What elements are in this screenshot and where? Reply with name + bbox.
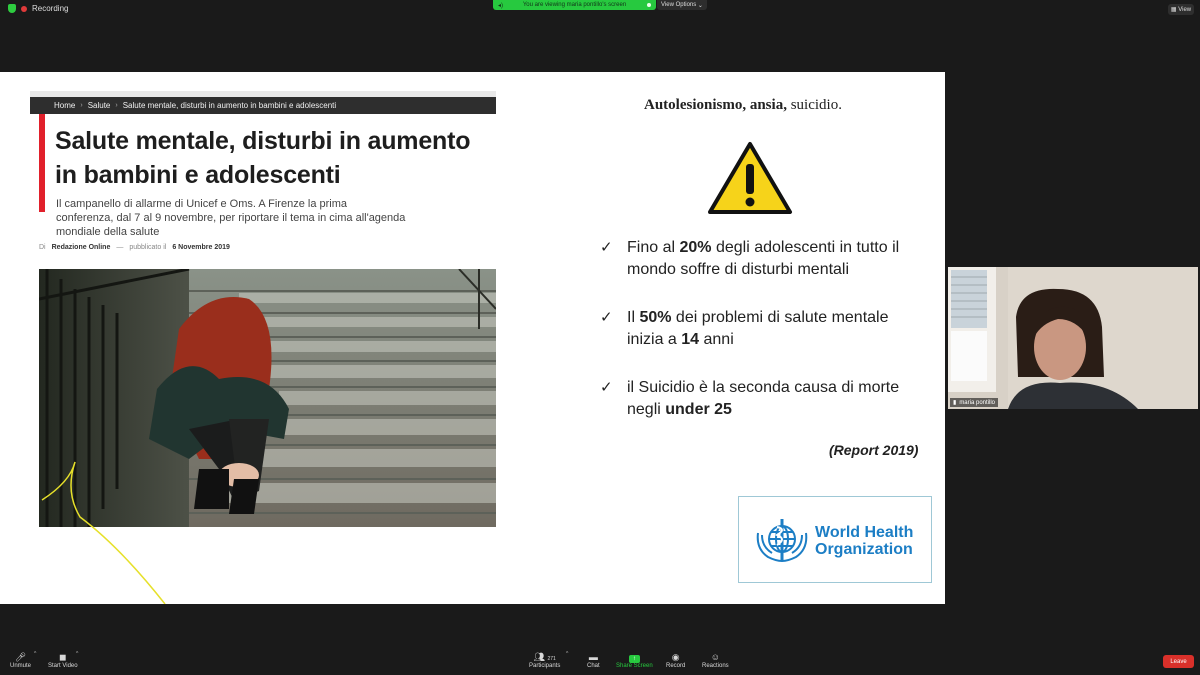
chevron-up-icon[interactable]: ^ [76, 651, 78, 657]
participant-name-tag: ▮ maria pontillo [950, 398, 998, 407]
chat-label: Chat [587, 663, 600, 669]
zoom-meeting-window: Recording ◂) You are viewing maria ponti… [0, 0, 1200, 675]
leave-button[interactable]: Leave [1163, 655, 1194, 668]
share-screen-label: Share Screen [616, 663, 653, 669]
view-button-label: View [1178, 6, 1192, 13]
shield-icon [8, 4, 16, 13]
chevron-up-icon[interactable]: ^ [566, 651, 568, 657]
view-options-label: View Options [661, 2, 697, 8]
byline-divider: — [116, 244, 124, 251]
byline-author: Redazione Online [51, 244, 111, 251]
start-video-button[interactable]: ◼ Start Video [48, 652, 78, 669]
start-video-label: Start Video [48, 663, 78, 669]
slide-headline: Autolesionismo, ansia, suicidio. [644, 97, 842, 114]
video-off-icon: ◼ [59, 652, 67, 662]
viewing-screen-banner: ◂) You are viewing maria pontillo's scre… [493, 0, 656, 10]
check-icon: ✓ [600, 379, 613, 396]
bullet-text-part: Fino al [627, 239, 680, 256]
reactions-button[interactable]: ☺ Reactions [702, 652, 729, 669]
chevron-down-icon: ⌄ [696, 2, 703, 9]
report-note: (Report 2019) [829, 442, 919, 458]
breadcrumb-home: Home [54, 101, 76, 110]
bullet-text: Il 50% dei problemi di salute mentale in… [627, 307, 927, 351]
bullet-emphasis: 20% [679, 239, 712, 256]
recording-indicator[interactable]: Recording [8, 4, 68, 13]
record-label: Record [666, 663, 686, 669]
who-emblem-icon [756, 519, 808, 563]
headline-plain: suicidio. [790, 97, 842, 113]
bullet-text: il Suicidio è la seconda causa di morte … [627, 377, 927, 421]
participant-name: maria pontillo [959, 399, 995, 406]
record-icon: ◉ [671, 652, 680, 662]
bullet-text-part: anni [699, 331, 734, 348]
check-icon: ✓ [600, 239, 613, 256]
article-byline: Di Redazione Online — pubblicato il 6 No… [39, 244, 230, 251]
signal-icon: ▮ [953, 400, 957, 406]
warning-icon [708, 142, 792, 214]
annotation-stroke [41, 461, 166, 604]
participants-icon: 👥︎ 271 [533, 652, 556, 662]
participants-label: Participants [529, 663, 561, 669]
breadcrumb-separator-icon: › [115, 102, 118, 109]
who-logo-box: World Health Organization [738, 496, 932, 583]
unmute-label: Unmute [10, 663, 32, 669]
breadcrumb-salute: Salute [87, 101, 111, 110]
article-subtitle: Il campanello di allarme di Unicef e Oms… [56, 198, 406, 238]
bullet-list: ✓ Fino al 20% degli adolescenti in tutto… [600, 237, 935, 447]
record-dot-icon [21, 5, 27, 12]
record-button[interactable]: ◉ Record [666, 652, 685, 669]
participants-count: 271 [547, 656, 556, 662]
reactions-icon: ☺ [710, 652, 720, 662]
participant-video-tile[interactable]: ▮ maria pontillo [948, 267, 1198, 409]
grid-icon: ▦ [1170, 7, 1179, 13]
share-screen-button[interactable]: ↑ Share Screen [616, 652, 653, 669]
list-item: ✓ il Suicidio è la seconda causa di mort… [600, 377, 935, 421]
status-dot [647, 3, 651, 7]
speaker-icon: ◂) [498, 3, 504, 9]
byline-prefix: Di [39, 244, 46, 251]
viewing-banner-text: You are viewing maria pontillo's screen [522, 2, 627, 8]
chevron-up-icon[interactable]: ^ [34, 651, 36, 657]
byline-published-label: pubblicato il [129, 244, 167, 251]
who-line-2: Organization [815, 541, 913, 558]
byline-date: 6 Novembre 2019 [172, 244, 230, 251]
bullet-text-part: Il [627, 309, 640, 326]
list-item: ✓ Il 50% dei problemi di salute mentale … [600, 307, 935, 351]
view-button[interactable]: ▦ View [1168, 4, 1194, 15]
top-bar: Recording ◂) You are viewing maria ponti… [0, 0, 1200, 18]
who-line-1: World Health [815, 524, 914, 541]
chat-button[interactable]: ▬ Chat [587, 652, 600, 669]
check-icon: ✓ [600, 309, 613, 326]
bullet-text: Fino al 20% degli adolescenti in tutto i… [627, 237, 927, 281]
reactions-label: Reactions [702, 663, 729, 669]
list-item: ✓ Fino al 20% degli adolescenti in tutto… [600, 237, 935, 281]
unmute-button[interactable]: 🎤︎ Unmute [10, 652, 31, 669]
recording-label: Recording [32, 4, 69, 13]
chat-icon: ▬ [588, 652, 598, 662]
headline-bold: Autolesionismo, ansia, [644, 97, 787, 113]
article-title: Salute mentale, disturbi in aumento in b… [55, 127, 471, 189]
article-accent-bar [39, 114, 45, 212]
bullet-emphasis: under 25 [665, 401, 732, 418]
breadcrumb-separator-icon: › [80, 102, 83, 109]
participants-button[interactable]: 👥︎ 271 Participants [529, 652, 560, 669]
participant-video-frame [948, 267, 1198, 409]
who-wordmark: World Health Organization [815, 524, 913, 558]
breadcrumb: Home › Salute › Salute mentale, disturbi… [30, 97, 496, 114]
meeting-toolbar: 🎤︎ Unmute ^ ◼ Start Video ^ 👥︎ 271 Parti… [0, 649, 1200, 675]
view-options-button[interactable]: View Options ⌄ [657, 0, 707, 10]
breadcrumb-current: Salute mentale, disturbi in aumento in b… [122, 101, 337, 110]
bullet-emphasis: 14 [681, 331, 700, 348]
bullet-emphasis: 50% [639, 309, 672, 326]
shared-screen-slide: Home › Salute › Salute mentale, disturbi… [0, 72, 945, 604]
microphone-muted-icon: 🎤︎ [14, 652, 27, 662]
share-screen-icon: ↑ [628, 652, 640, 663]
